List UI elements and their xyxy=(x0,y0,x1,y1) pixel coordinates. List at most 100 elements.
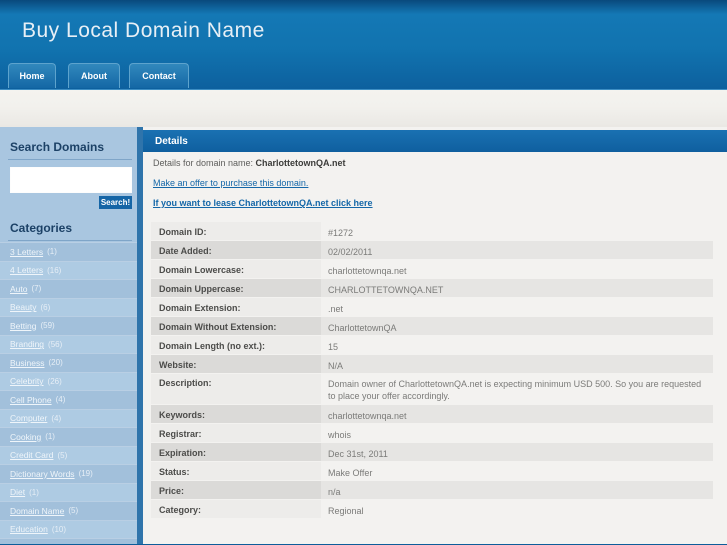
detail-value-text: .net xyxy=(328,303,706,315)
category-item: Credit Card (5) xyxy=(0,446,137,465)
details-panel-header: Details xyxy=(143,130,727,152)
search-button[interactable]: Search! xyxy=(99,196,132,209)
lease-domain-link[interactable]: If you want to lease CharlottetownQA.net… xyxy=(153,198,373,208)
category-link-domain-name[interactable]: Domain Name xyxy=(10,506,64,516)
category-link-dictionary-words[interactable]: Dictionary Words xyxy=(10,469,75,479)
category-item: Cooking (1) xyxy=(0,427,137,446)
category-link-computer[interactable]: Computer xyxy=(10,413,47,423)
search-input[interactable] xyxy=(10,167,132,193)
category-item: Events (3) xyxy=(0,538,137,544)
category-count: (5) xyxy=(68,506,78,515)
subheader-band xyxy=(0,90,727,127)
category-count: (56) xyxy=(48,340,62,349)
detail-row: Domain ID: #1272 xyxy=(151,222,713,240)
category-link-events[interactable]: Events xyxy=(10,543,36,544)
detail-row: Domain Uppercase: CHARLOTTETOWNQA.NET xyxy=(151,279,713,297)
detail-value-text: charlottetownqa.net xyxy=(328,410,706,422)
category-count: (10) xyxy=(52,525,66,534)
detail-row: Category: Regional xyxy=(151,500,713,518)
category-item: 4 Letters (16) xyxy=(0,261,137,280)
category-link-auto[interactable]: Auto xyxy=(10,284,28,294)
detail-label: Domain Without Extension: xyxy=(151,317,321,335)
category-item: Auto (7) xyxy=(0,279,137,298)
detail-value-text: #1272 xyxy=(328,227,706,239)
detail-label: Domain ID: xyxy=(151,222,321,240)
detail-value-text: Regional xyxy=(328,505,706,517)
category-link-betting[interactable]: Betting xyxy=(10,321,36,331)
site-title: Buy Local Domain Name xyxy=(22,19,265,43)
sidebar: Search Domains Search! Categories 3 Lett… xyxy=(0,127,137,544)
category-item: Business (20) xyxy=(0,353,137,372)
detail-label: Price: xyxy=(151,481,321,499)
detail-value: Make Offer xyxy=(321,462,713,480)
category-link-credit-card[interactable]: Credit Card xyxy=(10,450,53,460)
categories-list: 3 Letters(1)4 Letters(16)Auto(7)Beauty(6… xyxy=(0,242,137,544)
detail-label: Date Added: xyxy=(151,241,321,259)
main-panel: Details Details for domain name: Charlot… xyxy=(143,127,727,544)
category-link-education[interactable]: Education xyxy=(10,524,48,534)
detail-value: #1272 xyxy=(321,222,713,240)
detail-label: Domain Extension: xyxy=(151,298,321,316)
category-link-cell-phone[interactable]: Cell Phone xyxy=(10,395,52,405)
detail-label: Category: xyxy=(151,500,321,518)
category-count: (7) xyxy=(32,284,42,293)
domain-details-table: Domain ID: #1272 Date Added: 02/02/2011 Doma… xyxy=(151,222,713,518)
detail-value: charlottetownqa.net xyxy=(321,260,713,278)
nav-tab-contact[interactable]: Contact xyxy=(129,63,189,88)
detail-value: N/A xyxy=(321,355,713,373)
detail-value: charlottetownqa.net xyxy=(321,405,713,423)
nav-tab-home[interactable]: Home xyxy=(8,63,56,88)
category-count: (20) xyxy=(49,358,63,367)
detail-value: Regional xyxy=(321,500,713,518)
detail-value-text: CHARLOTTETOWNQA.NET xyxy=(328,284,706,296)
category-link-cooking[interactable]: Cooking xyxy=(10,432,41,442)
details-panel-title: Details xyxy=(155,136,188,147)
category-link-3-letters[interactable]: 3 Letters xyxy=(10,247,43,257)
detail-label: Expiration: xyxy=(151,443,321,461)
detail-row: Website:N/A xyxy=(151,355,713,373)
category-count: (5) xyxy=(57,451,67,460)
detail-row: Expiration: Dec 31st, 2011 xyxy=(151,443,713,461)
site-header: Buy Local Domain Name Home About Contact xyxy=(0,0,727,90)
detail-value-text: N/A xyxy=(328,360,706,372)
category-item: 3 Letters (1) xyxy=(0,242,137,261)
category-link-branding[interactable]: Branding xyxy=(10,339,44,349)
detail-row: Keywords: charlottetownqa.net xyxy=(151,405,713,423)
category-link-diet[interactable]: Diet xyxy=(10,487,25,497)
category-item: Computer(4) xyxy=(0,409,137,428)
category-count: (16) xyxy=(47,266,61,275)
category-count: (3) xyxy=(40,543,50,544)
category-count: (1) xyxy=(47,247,57,256)
detail-value: .net xyxy=(321,298,713,316)
detail-label: Status: xyxy=(151,462,321,480)
detail-label: Domain Uppercase: xyxy=(151,279,321,297)
nav-tab-about[interactable]: About xyxy=(68,63,120,88)
detail-label: Registrar: xyxy=(151,424,321,442)
detail-row: Domain Length (no ext.):15 xyxy=(151,336,713,354)
domain-name: CharlottetownQA.net xyxy=(256,158,346,168)
detail-value: Domain owner of CharlottetownQA.net is e… xyxy=(321,374,713,404)
detail-label: Keywords: xyxy=(151,405,321,423)
category-link-beauty[interactable]: Beauty xyxy=(10,302,36,312)
detail-value: Dec 31st, 2011 xyxy=(321,443,713,461)
category-item: Branding (56) xyxy=(0,335,137,354)
search-domains-heading: Search Domains xyxy=(8,127,132,160)
category-item: Education (10) xyxy=(0,520,137,539)
detail-value-text: 02/02/2011 xyxy=(328,246,706,258)
detail-value: 15 xyxy=(321,336,713,354)
detail-value-text: Dec 31st, 2011 xyxy=(328,448,706,460)
category-link-celebrity[interactable]: Celebrity xyxy=(10,376,44,386)
detail-row: Domain Lowercase:charlottetownqa.net xyxy=(151,260,713,278)
detail-label: Domain Lowercase: xyxy=(151,260,321,278)
detail-row: Registrar:whois xyxy=(151,424,713,442)
detail-label: Description: xyxy=(151,374,321,404)
detail-row: Domain Without Extension:CharlottetownQA xyxy=(151,317,713,335)
category-count: (1) xyxy=(45,432,55,441)
make-offer-link[interactable]: Make an offer to purchase this domain. xyxy=(153,178,308,188)
category-count: (4) xyxy=(56,395,66,404)
category-link-4-letters[interactable]: 4 Letters xyxy=(10,265,43,275)
detail-row: Date Added: 02/02/2011 xyxy=(151,241,713,259)
category-link-business[interactable]: Business xyxy=(10,358,45,368)
content-area: Search Domains Search! Categories 3 Lett… xyxy=(0,127,727,544)
detail-value: CharlottetownQA xyxy=(321,317,713,335)
